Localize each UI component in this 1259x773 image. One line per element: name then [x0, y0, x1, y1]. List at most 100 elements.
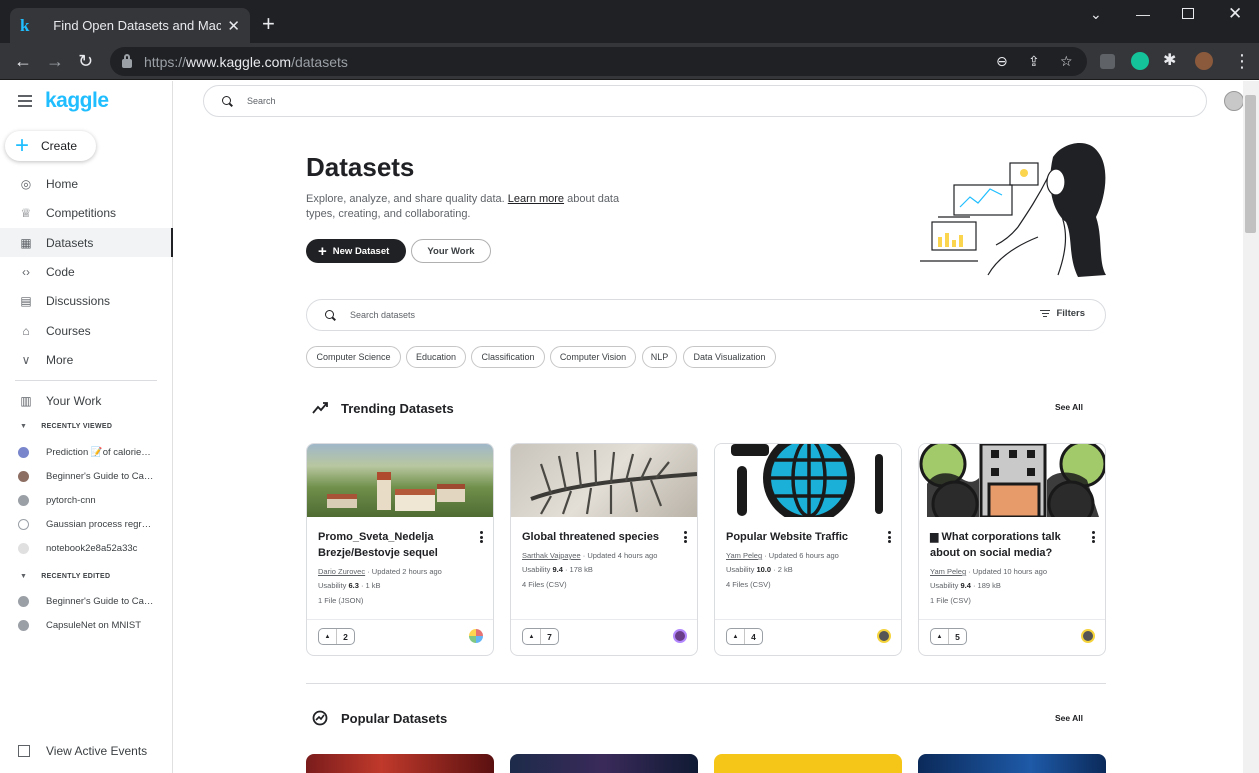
vote-count: 4: [751, 631, 756, 642]
dataset-author[interactable]: Sarthak Vajpayee: [522, 551, 581, 560]
recent-item[interactable]: CapsuleNet on MNIST: [18, 617, 168, 633]
dataset-card[interactable]: ▆ What corporations talk about on social…: [918, 443, 1106, 656]
url-bar[interactable]: https://www.kaggle.com/datasets ⊖ ⇪ ☆: [110, 47, 1087, 76]
share-icon[interactable]: ⇪: [1028, 53, 1040, 70]
dataset-title[interactable]: Global threatened species: [522, 529, 672, 545]
dataset-author[interactable]: Dario Zurovec: [318, 567, 365, 576]
grammarly-icon[interactable]: [1131, 52, 1149, 70]
zoom-icon[interactable]: ⊖: [996, 53, 1008, 70]
view-active-events-link[interactable]: View Active Events: [18, 744, 147, 758]
trending-see-all-link[interactable]: See All: [1055, 402, 1083, 412]
recent-item[interactable]: Beginner's Guide to Ca…: [18, 593, 168, 609]
chip-classification[interactable]: Classification: [471, 346, 545, 368]
sidebar-item-discussions[interactable]: ▤ Discussions: [0, 286, 173, 315]
popular-dataset-thumbnail[interactable]: [510, 754, 698, 773]
popular-see-all-link[interactable]: See All: [1055, 713, 1083, 723]
usability-score: 6.3: [348, 581, 359, 590]
popular-dataset-thumbnail[interactable]: [714, 754, 902, 773]
chip-education[interactable]: Education: [406, 346, 466, 368]
reload-icon[interactable]: ↻: [78, 51, 93, 71]
dataset-title[interactable]: Promo_Sveta_Nedelja Brezje/Bestovje sequ…: [318, 529, 468, 561]
extension-icon[interactable]: [1100, 54, 1115, 69]
kaggle-logo[interactable]: kaggle: [45, 89, 109, 113]
upvote-button[interactable]: ▲ 7: [522, 628, 559, 645]
trending-icon: [312, 402, 328, 414]
dataset-updated: · Updated 6 hours ago: [762, 551, 839, 560]
card-divider: [511, 619, 697, 620]
new-dataset-button[interactable]: + New Dataset: [306, 239, 406, 263]
dataset-title[interactable]: Popular Website Traffic: [726, 529, 876, 545]
browser-tab[interactable]: k Find Open Datasets and Machine Learnin…: [10, 8, 250, 43]
plus-icon: +: [15, 132, 30, 159]
global-search-input[interactable]: Search: [203, 85, 1207, 117]
dataset-files: 4 Files (CSV): [726, 580, 771, 589]
recently-edited-header[interactable]: ▼ RECENTLY EDITED: [20, 573, 110, 580]
avatar[interactable]: [877, 629, 891, 643]
dataset-author[interactable]: Yam Peleg: [726, 551, 762, 560]
chip-data-visualization[interactable]: Data Visualization: [683, 346, 776, 368]
browser-menu-icon[interactable]: ⋮: [1233, 51, 1251, 71]
new-tab-icon[interactable]: +: [262, 13, 275, 35]
user-avatar[interactable]: [1224, 91, 1244, 111]
dataset-search-input[interactable]: Search datasets Filters: [306, 299, 1106, 331]
recent-item[interactable]: pytorch-cnn: [18, 492, 168, 508]
avatar[interactable]: [1081, 629, 1095, 643]
scrollbar-thumb[interactable]: [1245, 95, 1256, 233]
avatar: [18, 446, 29, 458]
section-divider: [306, 683, 1106, 684]
more-options-icon[interactable]: [480, 531, 483, 545]
maximize-icon[interactable]: [1182, 8, 1194, 19]
learn-more-link[interactable]: Learn more: [508, 193, 564, 205]
close-window-icon[interactable]: ✕: [1228, 4, 1242, 24]
sidebar-item-datasets[interactable]: ▦ Datasets: [0, 228, 173, 257]
your-work-button[interactable]: Your Work: [411, 239, 491, 263]
hamburger-menu-icon[interactable]: [18, 95, 32, 110]
profile-avatar[interactable]: [1195, 52, 1213, 70]
create-button[interactable]: + Create: [5, 131, 96, 161]
more-options-icon[interactable]: [888, 531, 891, 545]
events-icon: [18, 745, 30, 757]
tab-search-icon[interactable]: ⌄: [1090, 6, 1102, 23]
recent-item[interactable]: Prediction 📝of calorie…: [18, 444, 168, 460]
recently-viewed-header[interactable]: ▼ RECENTLY VIEWED: [20, 423, 112, 430]
recent-item[interactable]: Beginner's Guide to Ca…: [18, 468, 168, 484]
puzzle-extensions-icon[interactable]: ✱: [1163, 51, 1176, 71]
chip-nlp[interactable]: NLP: [642, 346, 677, 368]
popular-dataset-thumbnail[interactable]: [918, 754, 1106, 773]
back-icon[interactable]: ←: [14, 51, 32, 71]
chip-computer-science[interactable]: Computer Science: [306, 346, 401, 368]
upvote-button[interactable]: ▲ 2: [318, 628, 355, 645]
recent-item[interactable]: Gaussian process regr…: [18, 516, 168, 532]
dataset-files: 4 Files (CSV): [522, 580, 567, 589]
bookmark-star-icon[interactable]: ☆: [1060, 53, 1073, 70]
avatar: [18, 595, 29, 607]
upvote-button[interactable]: ▲ 4: [726, 628, 763, 645]
sidebar-item-your-work[interactable]: ▥ Your Work: [0, 386, 173, 415]
dataset-card[interactable]: Popular Website Traffic Yam Peleg · Upda…: [714, 443, 902, 656]
dataset-title[interactable]: ▆ What corporations talk about on social…: [930, 529, 1080, 561]
popular-dataset-thumbnail[interactable]: [306, 754, 494, 773]
close-tab-icon[interactable]: ✕: [227, 17, 240, 35]
dataset-author[interactable]: Yam Peleg: [930, 567, 966, 576]
more-options-icon[interactable]: [1092, 531, 1095, 545]
table-icon: ▦: [20, 235, 32, 250]
dataset-card[interactable]: Promo_Sveta_Nedelja Brezje/Bestovje sequ…: [306, 443, 494, 656]
chip-computer-vision[interactable]: Computer Vision: [550, 346, 636, 368]
sidebar-item-code[interactable]: ‹› Code: [0, 257, 173, 286]
sidebar-item-more[interactable]: ∨ More: [0, 345, 173, 374]
card-divider: [715, 619, 901, 620]
more-options-icon[interactable]: [684, 531, 687, 545]
sidebar-item-courses[interactable]: ⌂ Courses: [0, 316, 173, 345]
dataset-files: 1 File (CSV): [930, 596, 971, 605]
sidebar-item-home[interactable]: ◎ Home: [0, 169, 173, 198]
forward-icon[interactable]: →: [46, 51, 64, 71]
sidebar-item-competitions[interactable]: ♕ Competitions: [0, 198, 173, 227]
dataset-card[interactable]: Global threatened species Sarthak Vajpay…: [510, 443, 698, 656]
minimize-icon[interactable]: —: [1136, 6, 1150, 22]
recent-item[interactable]: notebook2e8a52a33c: [18, 540, 168, 556]
tab-title: Find Open Datasets and Machine Learning …: [53, 18, 222, 33]
upvote-button[interactable]: ▲ 5: [930, 628, 967, 645]
avatar[interactable]: [673, 629, 687, 643]
avatar[interactable]: [469, 629, 483, 643]
filters-button[interactable]: Filters: [1040, 308, 1085, 319]
